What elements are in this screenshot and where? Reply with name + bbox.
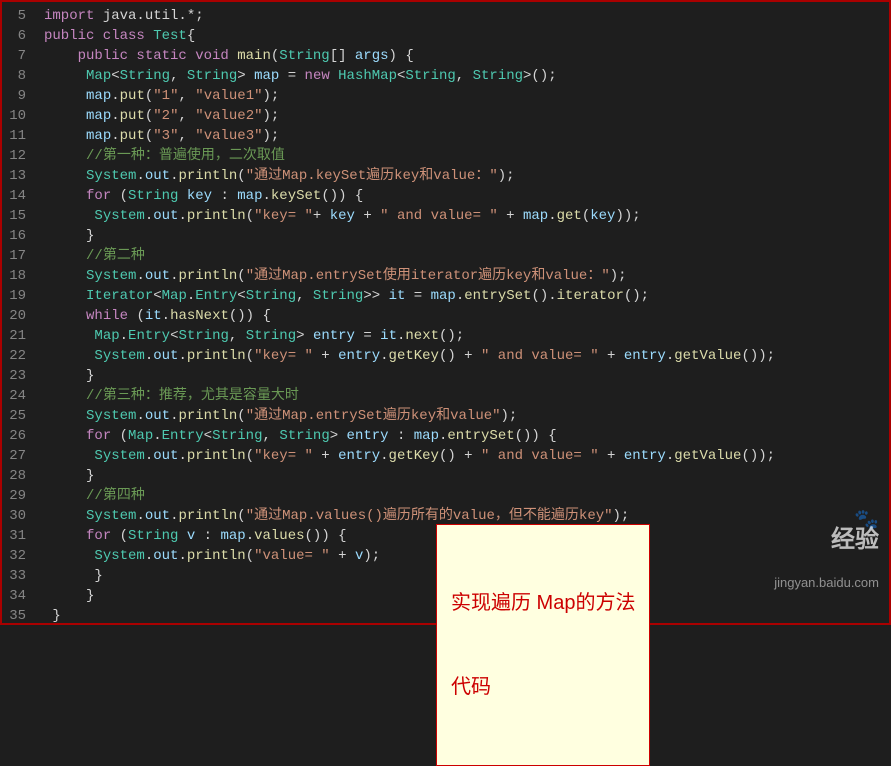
- code-line[interactable]: //第二种: [44, 246, 889, 266]
- line-number: 12: [8, 146, 26, 166]
- line-number: 15: [8, 206, 26, 226]
- code-line[interactable]: System.out.println("key= " + entry.getKe…: [44, 346, 889, 366]
- line-number: 19: [8, 286, 26, 306]
- line-number: 25: [8, 406, 26, 426]
- line-number: 26: [8, 426, 26, 446]
- code-line[interactable]: map.put("1", "value1");: [44, 86, 889, 106]
- line-number: 9: [8, 86, 26, 106]
- line-number: 29: [8, 486, 26, 506]
- code-line[interactable]: }: [44, 466, 889, 486]
- code-line[interactable]: map.put("3", "value3");: [44, 126, 889, 146]
- code-line[interactable]: public class Test{: [44, 26, 889, 46]
- code-line[interactable]: import java.util.*;: [44, 6, 889, 26]
- line-number: 5: [8, 6, 26, 26]
- line-number: 24: [8, 386, 26, 406]
- line-number: 33: [8, 566, 26, 586]
- code-editor[interactable]: 5678910111213141516171819202122232425262…: [0, 0, 891, 625]
- line-number: 17: [8, 246, 26, 266]
- code-line[interactable]: for (String key : map.keySet()) {: [44, 186, 889, 206]
- line-number: 23: [8, 366, 26, 386]
- line-number: 11: [8, 126, 26, 146]
- line-number: 18: [8, 266, 26, 286]
- code-line[interactable]: System.out.println("通过Map.keySet遍历key和va…: [44, 166, 889, 186]
- code-line[interactable]: //第一种：普遍使用，二次取值: [44, 146, 889, 166]
- line-number-gutter: 5678910111213141516171819202122232425262…: [2, 2, 36, 623]
- line-number: 28: [8, 466, 26, 486]
- code-line[interactable]: //第四种: [44, 486, 889, 506]
- code-line[interactable]: System.out.println("key= "+ key + " and …: [44, 206, 889, 226]
- annotation-callout: 实现遍历 Map的方法 代码: [436, 524, 650, 766]
- line-number: 32: [8, 546, 26, 566]
- code-line[interactable]: }: [44, 226, 889, 246]
- line-number: 34: [8, 586, 26, 606]
- callout-line2: 代码: [451, 673, 635, 701]
- code-line[interactable]: Map.Entry<String, String> entry = it.nex…: [44, 326, 889, 346]
- code-line[interactable]: Map<String, String> map = new HashMap<St…: [44, 66, 889, 86]
- code-line[interactable]: map.put("2", "value2");: [44, 106, 889, 126]
- code-area[interactable]: import java.util.*;public class Test{ pu…: [36, 2, 889, 623]
- code-line[interactable]: for (Map.Entry<String, String> entry : m…: [44, 426, 889, 446]
- code-line[interactable]: Iterator<Map.Entry<String, String>> it =…: [44, 286, 889, 306]
- code-line[interactable]: System.out.println("通过Map.values()遍历所有的v…: [44, 506, 889, 526]
- code-line[interactable]: System.out.println("key= " + entry.getKe…: [44, 446, 889, 466]
- line-number: 13: [8, 166, 26, 186]
- line-number: 7: [8, 46, 26, 66]
- code-line[interactable]: while (it.hasNext()) {: [44, 306, 889, 326]
- line-number: 6: [8, 26, 26, 46]
- line-number: 27: [8, 446, 26, 466]
- code-line[interactable]: }: [44, 366, 889, 386]
- line-number: 21: [8, 326, 26, 346]
- line-number: 16: [8, 226, 26, 246]
- code-line[interactable]: public static void main(String[] args) {: [44, 46, 889, 66]
- line-number: 20: [8, 306, 26, 326]
- line-number: 8: [8, 66, 26, 86]
- code-line[interactable]: //第三种：推荐，尤其是容量大时: [44, 386, 889, 406]
- line-number: 14: [8, 186, 26, 206]
- line-number: 35: [8, 606, 26, 626]
- line-number: 22: [8, 346, 26, 366]
- line-number: 10: [8, 106, 26, 126]
- line-number: 31: [8, 526, 26, 546]
- code-line[interactable]: System.out.println("通过Map.entrySet遍历key和…: [44, 406, 889, 426]
- code-line[interactable]: System.out.println("通过Map.entrySet使用iter…: [44, 266, 889, 286]
- line-number: 30: [8, 506, 26, 526]
- callout-line1: 实现遍历 Map的方法: [451, 589, 635, 617]
